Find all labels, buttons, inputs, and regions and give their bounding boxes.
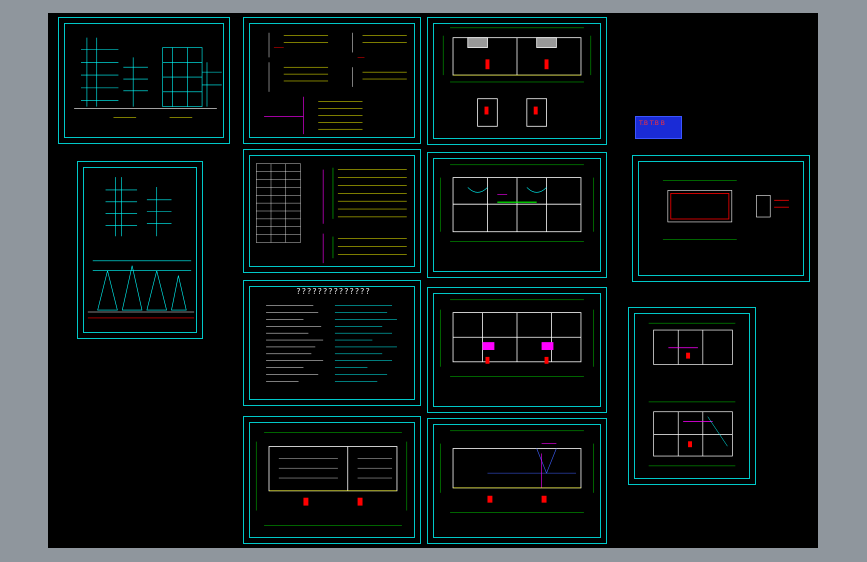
sheet-plan-4[interactable] — [243, 416, 421, 544]
sheet-plan-1[interactable] — [427, 17, 607, 145]
legend-block[interactable]: T.B T.B B — [635, 116, 682, 139]
detail-plan-2 — [648, 322, 736, 467]
sheet-system-1[interactable] — [243, 17, 421, 144]
system-diagram-2 — [256, 163, 407, 264]
floor-plan-1 — [442, 27, 592, 127]
sheet-system-2[interactable] — [243, 149, 421, 273]
sheet-plan-5[interactable] — [427, 418, 607, 544]
sheet-riser-1[interactable] — [58, 17, 230, 144]
sheet-plan-3[interactable] — [427, 287, 607, 413]
riser-diagram-1 — [74, 37, 222, 118]
floor-plan-2 — [440, 164, 594, 242]
detail-plan-1 — [662, 180, 789, 240]
floor-plan-4 — [256, 432, 408, 526]
riser-diagram-2 — [87, 177, 195, 319]
sheet-detail-2[interactable] — [628, 307, 756, 485]
floor-plan-3 — [440, 299, 594, 377]
sheet-riser-2[interactable] — [77, 161, 203, 339]
system-diagram-1 — [264, 32, 407, 135]
floor-plan-5 — [440, 430, 594, 513]
notes-text-block — [266, 305, 397, 382]
drawing-canvas[interactable]: ?????????????? T.B T.B B — [48, 13, 818, 548]
legend-text: T.B T.B B — [639, 120, 665, 127]
sheet-notes[interactable]: ?????????????? — [243, 280, 421, 406]
sheet-plan-2[interactable] — [427, 152, 607, 278]
sheet-detail-1[interactable] — [632, 155, 810, 282]
